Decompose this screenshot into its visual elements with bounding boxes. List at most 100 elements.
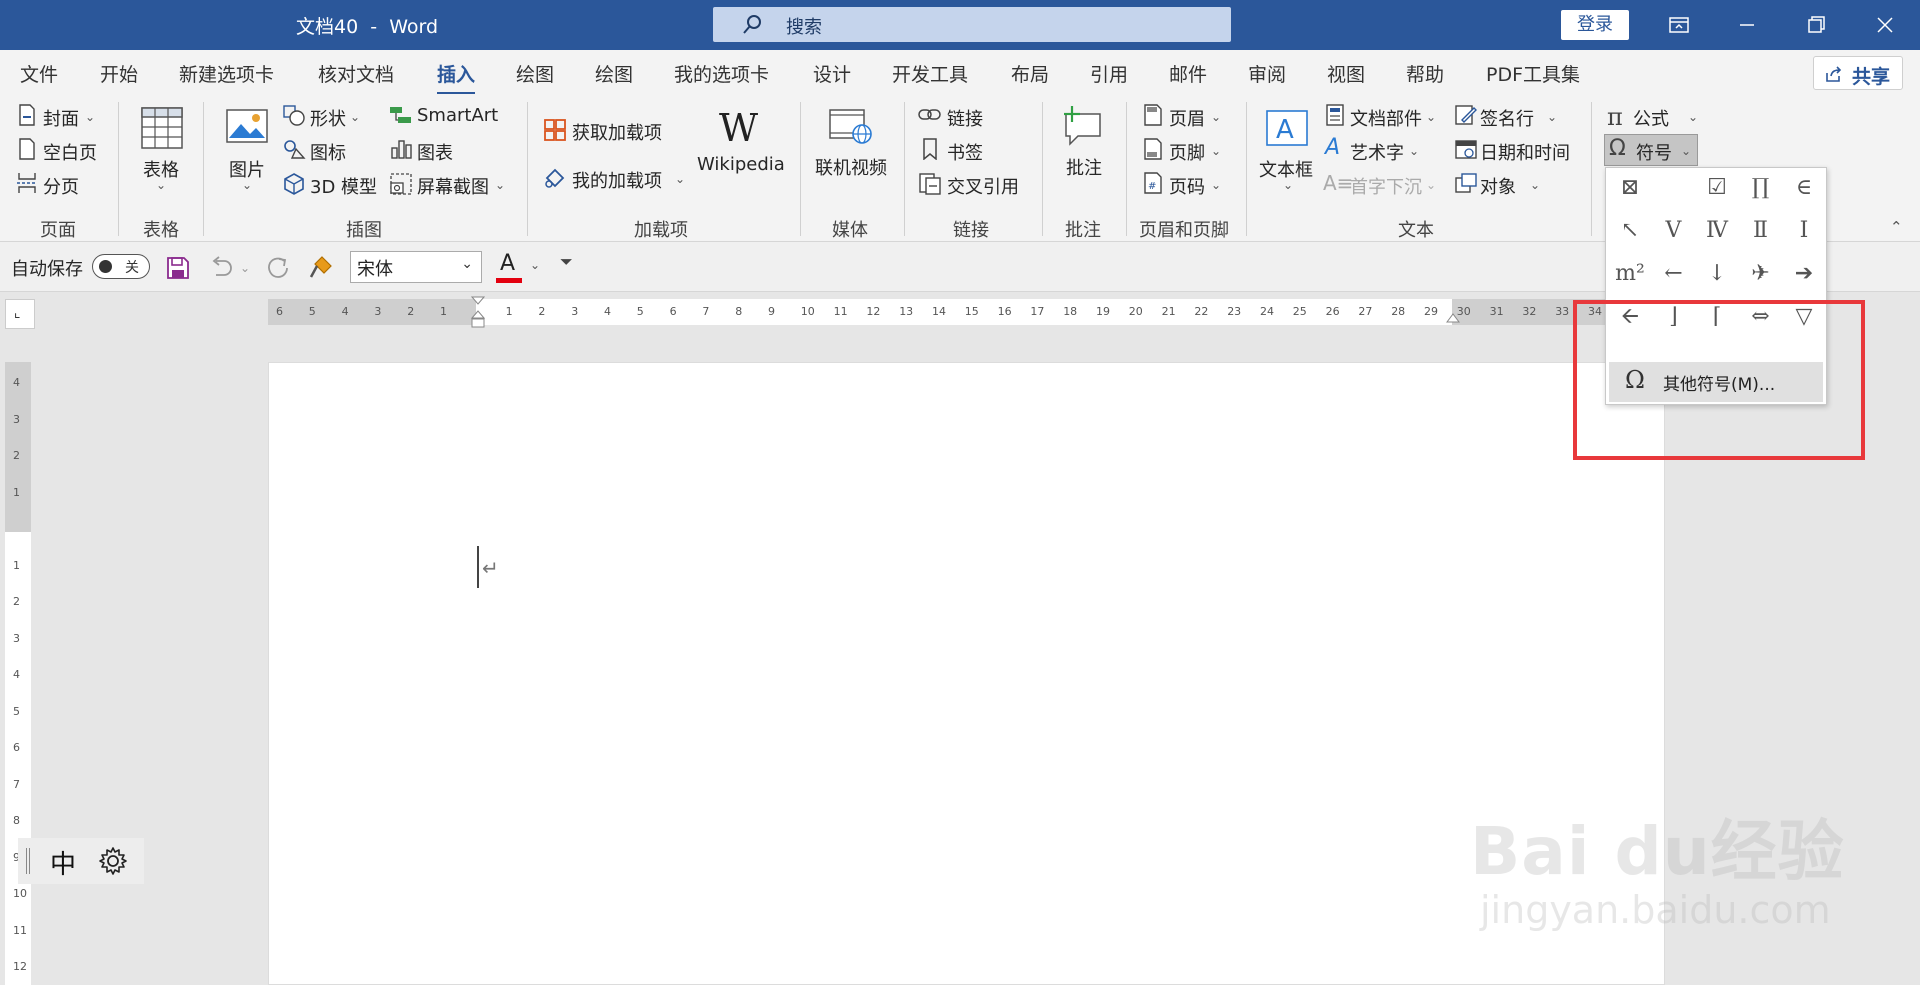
chevron-down-icon[interactable]: ⌄ <box>240 261 250 275</box>
search-icon <box>741 14 763 36</box>
blank-page-button[interactable]: 空白页 <box>43 139 97 165</box>
customize-qat-icon[interactable]: ⏷ <box>560 252 573 272</box>
right-indent-marker-icon[interactable] <box>1446 311 1460 323</box>
font-name-select[interactable]: 宋体 ⌄ <box>350 251 482 283</box>
tab-help[interactable]: 帮助 <box>1406 60 1444 87</box>
ruler-tick-label: 22 <box>1194 305 1209 318</box>
smartart-icon <box>389 104 413 126</box>
ribbon-display-options-icon[interactable] <box>1658 8 1698 42</box>
tab-layout[interactable]: 布局 <box>1011 60 1049 87</box>
tab-proofread[interactable]: 核对文档 <box>318 60 394 87</box>
tab-new[interactable]: 新建选项卡 <box>179 60 274 87</box>
close-icon[interactable] <box>1865 8 1905 42</box>
font-color-icon[interactable]: A <box>500 251 515 276</box>
ime-mode-button[interactable]: 中 <box>50 844 76 881</box>
quick-parts-button[interactable]: 文档部件 <box>1350 105 1422 131</box>
indent-marker-icon[interactable] <box>471 296 485 332</box>
chevron-down-icon[interactable]: ⌄ <box>530 258 540 272</box>
symbol-cell[interactable]: ➔ <box>1782 254 1826 294</box>
get-addins-button[interactable]: 获取加载项 <box>572 119 662 145</box>
symbol-cell[interactable]: Ⅱ <box>1739 211 1783 251</box>
new-comment-button[interactable]: 批注 <box>1066 154 1102 180</box>
bookmark-button[interactable]: 书签 <box>947 139 983 165</box>
my-addins-button[interactable]: 我的加载项 <box>572 167 662 193</box>
symbol-cell[interactable]: ✈ <box>1739 254 1783 294</box>
wikipedia-button[interactable]: Wikipedia <box>697 154 785 175</box>
textbox-icon[interactable]: A <box>1264 108 1310 148</box>
symbol-cell[interactable]: ☑ <box>1695 168 1739 208</box>
symbol-cell[interactable]: m² <box>1608 254 1652 294</box>
cross-reference-button[interactable]: 交叉引用 <box>947 173 1019 199</box>
tab-pdf-tools[interactable]: PDF工具集 <box>1486 60 1580 87</box>
table-icon[interactable] <box>140 106 184 150</box>
tab-selector[interactable]: ⌞ <box>5 299 35 329</box>
page-break-button[interactable]: 分页 <box>43 173 79 199</box>
picture-icon[interactable] <box>225 108 269 144</box>
symbol-cell[interactable]: ← <box>1652 254 1696 294</box>
tab-view[interactable]: 视图 <box>1327 60 1365 87</box>
search-box[interactable]: 搜索 <box>713 7 1231 42</box>
header-button[interactable]: 页眉 <box>1169 105 1205 131</box>
equation-button[interactable]: 公式 <box>1633 105 1669 131</box>
wordart-button[interactable]: 艺术字 <box>1350 139 1404 165</box>
tab-my-tab[interactable]: 我的选项卡 <box>674 60 769 87</box>
signature-line-button[interactable]: 签名行 <box>1480 105 1534 131</box>
share-button[interactable]: 共享 <box>1813 56 1903 90</box>
link-button[interactable]: 链接 <box>947 105 983 131</box>
symbol-cell[interactable]: ↖ <box>1608 211 1652 251</box>
new-comment-icon[interactable] <box>1060 104 1104 146</box>
tab-references[interactable]: 引用 <box>1090 60 1128 87</box>
tab-mailings[interactable]: 邮件 <box>1169 60 1207 87</box>
header-icon <box>1143 104 1163 126</box>
symbol-cell[interactable]: ∈ <box>1782 168 1826 208</box>
gear-icon[interactable] <box>98 846 128 876</box>
shapes-icon <box>282 104 306 126</box>
vertical-ruler[interactable]: 4 3 2 1 1 2 3 4 5 6 7 8 9 10 11 12 <box>5 362 31 985</box>
symbol-cell[interactable] <box>1652 168 1696 208</box>
restore-icon[interactable] <box>1796 8 1836 42</box>
tab-insert[interactable]: 插入 <box>437 60 476 95</box>
symbol-cell[interactable]: ⊠ <box>1608 168 1652 208</box>
symbol-cell[interactable]: Ⅳ <box>1695 211 1739 251</box>
collapse-ribbon-icon[interactable]: ⌃ <box>1890 218 1903 236</box>
tab-design[interactable]: 设计 <box>813 60 851 87</box>
tab-draw-2[interactable]: 绘图 <box>595 60 633 87</box>
cover-button[interactable]: 封面 <box>43 105 79 131</box>
smartart-button[interactable]: SmartArt <box>417 105 498 126</box>
ruler-tick-label: 25 <box>1292 305 1307 318</box>
tab-file[interactable]: 文件 <box>20 60 58 87</box>
3d-model-button[interactable]: 3D 模型 <box>310 173 377 199</box>
wikipedia-w-icon[interactable]: W <box>719 106 758 150</box>
footer-button[interactable]: 页脚 <box>1169 139 1205 165</box>
undo-icon[interactable] <box>208 255 234 279</box>
online-video-button[interactable]: 联机视频 <box>815 154 887 180</box>
icons-button[interactable]: 图标 <box>310 139 346 165</box>
page-number-button[interactable]: 页码 <box>1169 173 1205 199</box>
tab-developer[interactable]: 开发工具 <box>892 60 968 87</box>
ime-drag-handle[interactable] <box>26 848 30 874</box>
chevron-down-icon: ⌄ <box>85 110 96 124</box>
redo-icon[interactable] <box>265 255 291 281</box>
screenshot-button[interactable]: 屏幕截图 <box>417 173 489 199</box>
date-time-button[interactable]: 日期和时间 <box>1480 139 1570 165</box>
tab-draw-1[interactable]: 绘图 <box>516 60 554 87</box>
symbol-button[interactable]: Ω 符号 ⌄ <box>1604 134 1698 166</box>
save-icon[interactable] <box>166 256 190 280</box>
autosave-toggle[interactable]: 关 <box>92 254 150 279</box>
symbol-cell[interactable]: ∏ <box>1739 168 1783 208</box>
tab-review[interactable]: 审阅 <box>1248 60 1286 87</box>
online-video-icon[interactable] <box>828 106 874 146</box>
format-painter-icon[interactable] <box>308 254 334 280</box>
shapes-button[interactable]: 形状 <box>310 105 346 131</box>
chart-button[interactable]: 图表 <box>417 139 453 165</box>
symbol-cell[interactable]: Ⅰ <box>1782 211 1826 251</box>
document-page[interactable] <box>268 362 1665 985</box>
symbol-cell[interactable]: Ⅴ <box>1652 211 1696 251</box>
symbol-cell[interactable]: ↓ <box>1695 254 1739 294</box>
symbol-label: 符号 <box>1636 143 1672 164</box>
tab-home[interactable]: 开始 <box>100 60 138 87</box>
chevron-down-icon: ⌄ <box>1211 144 1222 158</box>
minimize-icon[interactable] <box>1727 8 1767 42</box>
object-button[interactable]: 对象 <box>1480 173 1516 199</box>
login-button[interactable]: 登录 <box>1561 10 1629 40</box>
